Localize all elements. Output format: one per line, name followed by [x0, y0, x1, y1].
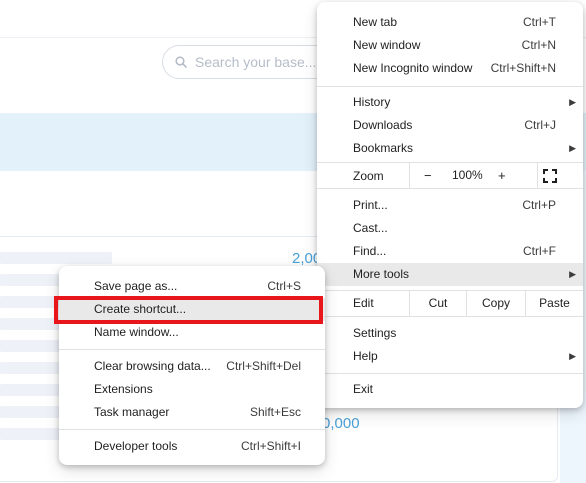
- shortcut-label: Ctrl+Shift+Del: [226, 359, 301, 373]
- search-placeholder: Search your base...: [195, 54, 317, 70]
- chevron-right-icon: ▶: [569, 97, 576, 107]
- menu-item-exit[interactable]: Exit: [317, 378, 583, 401]
- stat-number: 0,000: [322, 415, 360, 432]
- browser-main-menu: New tab Ctrl+T New window Ctrl+N New Inc…: [317, 2, 583, 408]
- menu-item-more-tools[interactable]: More tools ▶: [317, 263, 583, 286]
- shortcut-label: Ctrl+F: [523, 244, 556, 258]
- menu-divider: [59, 349, 325, 350]
- menu-item-find[interactable]: Find... Ctrl+F: [317, 240, 583, 263]
- shortcut-label: Ctrl+J: [524, 118, 556, 132]
- menu-item-clear-browsing-data[interactable]: Clear browsing data... Ctrl+Shift+Del: [59, 355, 325, 378]
- menu-item-print[interactable]: Print... Ctrl+P: [317, 194, 583, 217]
- menu-item-cast[interactable]: Cast...: [317, 217, 583, 240]
- menu-item-bookmarks[interactable]: Bookmarks ▶: [317, 137, 583, 160]
- search-input[interactable]: Search your base...: [162, 45, 332, 79]
- shortcut-label: Ctrl+Shift+I: [240, 439, 301, 453]
- zoom-control: − 100% +: [409, 163, 538, 188]
- menu-divider: [317, 373, 583, 374]
- edit-row: Edit Cut Copy Paste: [317, 290, 583, 317]
- menu-item-developer-tools[interactable]: Developer tools Ctrl+Shift+I: [59, 435, 325, 458]
- menu-item-new-incognito-window[interactable]: New Incognito window Ctrl+Shift+N: [317, 57, 583, 80]
- chevron-right-icon: ▶: [569, 269, 576, 279]
- menu-item-help[interactable]: Help ▶: [317, 345, 583, 368]
- zoom-row: Zoom − 100% +: [317, 162, 583, 189]
- shortcut-label: Ctrl+P: [522, 198, 556, 212]
- zoom-out-button[interactable]: −: [424, 163, 432, 188]
- menu-item-settings[interactable]: Settings: [317, 322, 583, 345]
- shortcut-label: Shift+Esc: [249, 405, 301, 419]
- fullscreen-icon[interactable]: [543, 169, 557, 183]
- zoom-level: 100%: [452, 168, 483, 182]
- menu-item-new-tab[interactable]: New tab Ctrl+T: [317, 11, 583, 34]
- menu-item-task-manager[interactable]: Task manager Shift+Esc: [59, 401, 325, 424]
- menu-item-downloads[interactable]: Downloads Ctrl+J: [317, 114, 583, 137]
- table-row: [0, 252, 112, 264]
- menu-divider: [317, 86, 583, 87]
- menu-item-new-window[interactable]: New window Ctrl+N: [317, 34, 583, 57]
- chevron-right-icon: ▶: [569, 143, 576, 153]
- menu-item-history[interactable]: History ▶: [317, 91, 583, 114]
- shortcut-label: Ctrl+N: [521, 38, 556, 52]
- cut-button[interactable]: Cut: [409, 291, 466, 316]
- menu-item-save-page-as[interactable]: Save page as... Ctrl+S: [59, 275, 325, 298]
- chevron-right-icon: ▶: [569, 351, 576, 361]
- zoom-label: Zoom: [353, 169, 384, 183]
- shortcut-label: Ctrl+T: [523, 15, 556, 29]
- highlight-box: [54, 296, 323, 324]
- edit-label: Edit: [353, 296, 374, 310]
- search-icon: [175, 56, 187, 68]
- shortcut-label: Ctrl+S: [267, 279, 301, 293]
- menu-divider: [59, 429, 325, 430]
- shortcut-label: Ctrl+Shift+N: [490, 61, 556, 75]
- zoom-in-button[interactable]: +: [498, 163, 506, 188]
- paste-button[interactable]: Paste: [525, 291, 583, 316]
- menu-item-extensions[interactable]: Extensions: [59, 378, 325, 401]
- copy-button[interactable]: Copy: [466, 291, 525, 316]
- menu-item-name-window[interactable]: Name window...: [59, 321, 325, 344]
